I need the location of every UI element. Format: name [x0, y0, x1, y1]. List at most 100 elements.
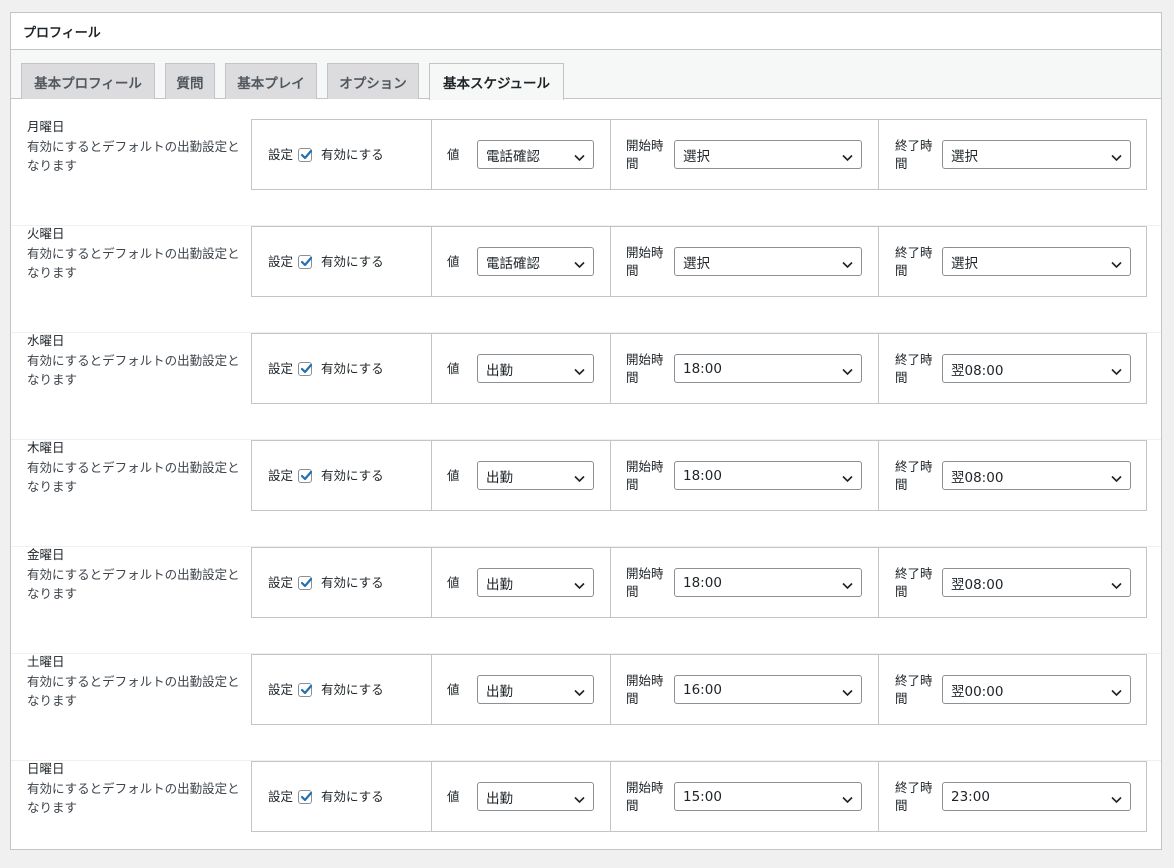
end-time-cell: 終了時 間 翌00:00 [879, 655, 1146, 724]
start-label-line2: 間 [626, 263, 639, 278]
chevron-down-icon [842, 578, 853, 594]
enable-checkbox[interactable] [298, 255, 313, 269]
chevron-down-icon [1111, 792, 1122, 808]
schedule-fields: 設定 有効にする 値 出勤 開始時 間 18:00 終了時 間 翌08:00 [251, 440, 1147, 511]
chevron-down-icon [574, 257, 585, 273]
chevron-down-icon [842, 685, 853, 701]
end-label-line1: 終了時 [895, 245, 933, 260]
tab-basic-profile[interactable]: 基本プロフィール [21, 63, 155, 99]
schedule-fields: 設定 有効にする 値 電話確認 開始時 間 選択 終了時 間 選択 [251, 226, 1147, 297]
tab-questions[interactable]: 質問 [165, 63, 215, 99]
start-time-select[interactable]: 18:00 [674, 461, 862, 490]
end-time-select[interactable]: 翌00:00 [942, 675, 1131, 704]
value-select[interactable]: 出勤 [477, 354, 594, 383]
chevron-down-icon [842, 471, 853, 487]
start-time-select[interactable]: 選択 [674, 247, 862, 276]
day-description-line1: 有効にするとデフォルトの出勤設定と [27, 566, 240, 582]
schedule-row: 火曜日 有効にするとデフォルトの出勤設定と なります 設定 有効にする 値 電話… [11, 226, 1161, 333]
setting-label: 設定 [268, 254, 294, 269]
value-cell: 値 出勤 [432, 548, 611, 617]
day-name: 月曜日 [27, 119, 65, 134]
enable-checkbox[interactable] [298, 790, 313, 804]
tab-options[interactable]: オプション [327, 63, 419, 99]
enable-checkbox[interactable] [298, 683, 313, 697]
end-label-line2: 間 [895, 691, 908, 706]
value-select[interactable]: 出勤 [477, 461, 594, 490]
end-time-cell: 終了時 間 翌08:00 [879, 441, 1146, 510]
enable-checkbox[interactable] [298, 469, 313, 483]
chevron-down-icon [574, 150, 585, 166]
chevron-down-icon [1111, 257, 1122, 273]
tab-basic-schedule[interactable]: 基本スケジュール [429, 63, 564, 100]
end-time-select[interactable]: 選択 [942, 247, 1131, 276]
end-label-line2: 間 [895, 156, 908, 171]
chevron-down-icon [574, 685, 585, 701]
tab-basic-play[interactable]: 基本プレイ [225, 63, 317, 99]
start-time-cell: 開始時 間 18:00 [611, 548, 879, 617]
value-select[interactable]: 出勤 [477, 568, 594, 597]
tab-bar: 基本プロフィール 質問 基本プレイ オプション 基本スケジュール [11, 50, 1161, 100]
day-description-line2: なります [27, 479, 78, 494]
value-select[interactable]: 出勤 [477, 675, 594, 704]
end-time-text: 23:00 [951, 788, 990, 805]
end-time-select[interactable]: 翌08:00 [942, 568, 1131, 597]
day-label-block: 金曜日 有効にするとデフォルトの出勤設定と なります [27, 545, 251, 604]
value-select[interactable]: 出勤 [477, 782, 594, 811]
value-select[interactable]: 電話確認 [477, 140, 594, 169]
end-label-line2: 間 [895, 263, 908, 278]
day-label-block: 日曜日 有効にするとデフォルトの出勤設定と なります [27, 759, 251, 818]
end-time-select[interactable]: 翌08:00 [942, 354, 1131, 383]
start-time-text: 16:00 [683, 681, 722, 698]
setting-cell: 設定 有効にする [252, 548, 432, 617]
start-time-cell: 開始時 間 選択 [611, 227, 879, 296]
end-time-text: 翌08:00 [951, 362, 1004, 379]
start-label-line1: 開始時 [626, 352, 664, 367]
value-select[interactable]: 電話確認 [477, 247, 594, 276]
start-time-text: 18:00 [683, 467, 722, 484]
day-name: 日曜日 [27, 761, 65, 776]
start-time-select[interactable]: 15:00 [674, 782, 862, 811]
schedule-fields: 設定 有効にする 値 出勤 開始時 間 15:00 終了時 間 23:00 [251, 761, 1147, 832]
end-time-select[interactable]: 選択 [942, 140, 1131, 169]
end-label-line1: 終了時 [895, 459, 933, 474]
end-label-line2: 間 [895, 798, 908, 813]
schedule-row: 木曜日 有効にするとデフォルトの出勤設定と なります 設定 有効にする 値 出勤… [11, 440, 1161, 547]
day-description-line1: 有効にするとデフォルトの出勤設定と [27, 138, 240, 154]
day-label-block: 火曜日 有効にするとデフォルトの出勤設定と なります [27, 224, 251, 283]
start-time-cell: 開始時 間 15:00 [611, 762, 879, 831]
start-label-line2: 間 [626, 156, 639, 171]
start-time-cell: 開始時 間 16:00 [611, 655, 879, 724]
schedule-row: 月曜日 有効にするとデフォルトの出勤設定と なります 設定 有効にする 値 電話… [11, 119, 1161, 226]
start-time-select[interactable]: 選択 [674, 140, 862, 169]
enable-checkbox[interactable] [298, 148, 313, 162]
enable-checkbox[interactable] [298, 362, 313, 376]
setting-label: 設定 [268, 468, 294, 483]
end-time-cell: 終了時 間 翌08:00 [879, 334, 1146, 403]
setting-label: 設定 [268, 147, 294, 162]
start-time-select[interactable]: 18:00 [674, 354, 862, 383]
end-time-select[interactable]: 翌08:00 [942, 461, 1131, 490]
chevron-down-icon [574, 364, 585, 380]
start-time-select[interactable]: 18:00 [674, 568, 862, 597]
chevron-down-icon [1111, 364, 1122, 380]
schedule-fields: 設定 有効にする 値 出勤 開始時 間 16:00 終了時 間 翌00:00 [251, 654, 1147, 725]
enable-label: 有効にする [321, 468, 384, 483]
profile-panel: プロフィール 基本プロフィール 質問 基本プレイ オプション 基本スケジュール … [10, 12, 1162, 868]
start-time-select[interactable]: 16:00 [674, 675, 862, 704]
start-time-text: 18:00 [683, 574, 722, 591]
end-label-line2: 間 [895, 584, 908, 599]
end-time-cell: 終了時 間 翌08:00 [879, 548, 1146, 617]
end-time-text: 選択 [951, 148, 978, 165]
setting-cell: 設定 有効にする [252, 227, 432, 296]
end-label-line2: 間 [895, 370, 908, 385]
enable-checkbox[interactable] [298, 576, 313, 590]
day-description-line1: 有効にするとデフォルトの出勤設定と [27, 352, 240, 368]
end-label-line1: 終了時 [895, 673, 933, 688]
end-time-select[interactable]: 23:00 [942, 782, 1131, 811]
value-select-text: 出勤 [486, 362, 513, 379]
setting-label: 設定 [268, 789, 294, 804]
start-label-line2: 間 [626, 584, 639, 599]
schedule-row: 日曜日 有効にするとデフォルトの出勤設定と なります 設定 有効にする 値 出勤… [11, 761, 1161, 868]
end-time-cell: 終了時 間 選択 [879, 227, 1146, 296]
day-name: 木曜日 [27, 440, 65, 455]
